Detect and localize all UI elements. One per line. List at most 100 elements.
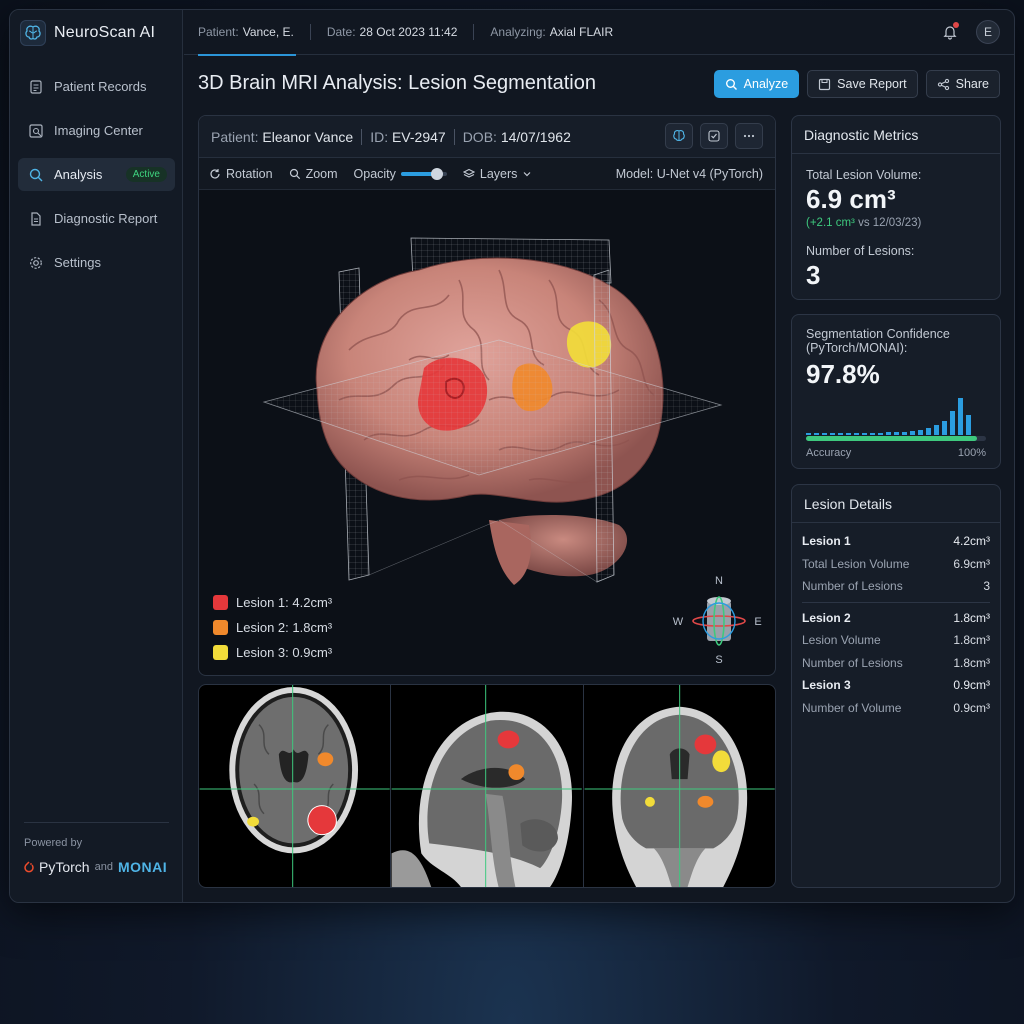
sidebar-nav: Patient Records Imaging Center Analysis …: [18, 70, 175, 290]
accuracy-labels: Accuracy 100%: [806, 447, 986, 459]
lesion-row-label: Number of Lesions: [802, 579, 903, 594]
check-view-button[interactable]: [700, 123, 728, 149]
patient-label: Patient:: [198, 25, 239, 39]
total-volume-block: Total Lesion Volume: 6.9 cm³ (+2.1 cm³ v…: [806, 168, 921, 229]
lesion-row-label: Number of Lesions: [802, 655, 903, 670]
date-value: 28 Oct 2023 11:42: [359, 25, 458, 39]
share-button[interactable]: Share: [925, 70, 1000, 98]
opacity-slider[interactable]: [400, 167, 447, 180]
opacity-slider-knob[interactable]: [430, 167, 443, 180]
app-window: NeuroScan AI Patient Records Imaging Cen…: [9, 9, 1015, 903]
viewer-id-value: EV-2947: [391, 128, 446, 145]
rotation-label: Rotation: [226, 166, 273, 181]
legend-swatch-lesion-3: [213, 644, 228, 660]
coronal-lesion-3a[interactable]: [711, 750, 730, 773]
sidebar-item-patient-records[interactable]: Patient Records: [18, 70, 175, 103]
lesion-legend: Lesion 1: 4.2cm³ Lesion 2: 1.8cm³ Lesion…: [213, 594, 332, 669]
page-actions: Analyze Save Report Share: [713, 70, 1000, 98]
histogram-bars: [806, 398, 971, 435]
viewer-header: Patient: Eleanor Vance ID: EV-2947 DOB: …: [199, 116, 775, 158]
axial-slice-view[interactable]: [199, 685, 392, 887]
active-badge: Active: [125, 167, 167, 182]
zoom-tool[interactable]: Zoom: [289, 167, 338, 181]
sagittal-slice-image: [391, 685, 583, 887]
viewer-header-icons: [665, 123, 763, 149]
chevron-down-icon: [524, 171, 531, 176]
sidebar-item-analysis[interactable]: Analysis Active: [18, 158, 175, 191]
confidence-histogram: [806, 398, 971, 435]
lesion-row: Lesion Volume 1.8cm³: [792, 629, 1000, 652]
opacity-label: Opacity: [353, 166, 396, 181]
viewer-id-label: ID:: [370, 128, 389, 145]
sidebar-item-label: Analysis: [54, 167, 103, 182]
analyze-button[interactable]: Analyze: [713, 70, 800, 98]
viewer-toolbar: Rotation Zoom Opacity Layers Model: U-Ne…: [199, 158, 775, 190]
compass-cube-icon: [707, 601, 731, 641]
coronal-lesion-1[interactable]: [694, 734, 716, 755]
notifications-button[interactable]: [938, 20, 962, 44]
num-lesions-label: Number of Lesions:: [806, 244, 915, 258]
more-icon: [743, 134, 755, 138]
sagittal-lesion-1[interactable]: [497, 730, 520, 749]
layers-dropdown[interactable]: Layers: [462, 166, 533, 181]
legend-label: Lesion 1: 4.2cm³: [236, 594, 333, 610]
compass-east: E: [754, 616, 761, 628]
document-icon: [31, 211, 41, 226]
sidebar-item-diagnostic-report[interactable]: Diagnostic Report: [18, 202, 175, 235]
sagittal-slice-view[interactable]: [391, 685, 584, 887]
more-options-button[interactable]: [735, 123, 763, 149]
confidence-label-line1: Segmentation Confidence: [806, 327, 950, 341]
zoom-label: Zoom: [305, 166, 338, 181]
top-actions: E: [938, 20, 1000, 44]
legend-item: Lesion 1: 4.2cm³: [213, 594, 332, 610]
analyzing-label: Analyzing:: [490, 25, 546, 39]
lesion-row-label: Lesion 1: [802, 534, 851, 549]
check-icon: [708, 130, 720, 142]
orientation-compass[interactable]: N S W E: [669, 571, 769, 666]
3d-viewer-panel: Patient: Eleanor Vance ID: EV-2947 DOB: …: [198, 115, 776, 676]
imaging-icon: [29, 123, 43, 138]
accuracy-bar: [806, 436, 986, 441]
sidebar-item-settings[interactable]: Settings: [18, 246, 175, 279]
topbar-patient[interactable]: Patient: Vance, E.: [198, 10, 310, 56]
brain-view-button[interactable]: [665, 123, 693, 149]
viewer-patient-label: Patient:: [211, 128, 259, 145]
patient-value: Vance, E.: [242, 25, 294, 39]
brand[interactable]: NeuroScan AI: [20, 20, 155, 46]
viewer-dob-value: 14/07/1962: [500, 128, 571, 145]
rotation-tool[interactable]: Rotation: [209, 167, 273, 181]
sidebar-item-imaging-center[interactable]: Imaging Center: [18, 114, 175, 147]
sagittal-lesion-2[interactable]: [508, 764, 525, 781]
coronal-lesion-2[interactable]: [697, 795, 713, 808]
divider: [361, 128, 363, 145]
sidebar-item-label: Patient Records: [54, 79, 147, 94]
lesion-row-value: 1.8cm³: [953, 633, 990, 648]
model-label: Model: U-Net v4 (PyTorch): [615, 166, 763, 181]
brain-icon: [673, 130, 685, 141]
lesion-row-label: Lesion 3: [802, 678, 851, 693]
layers-icon: [462, 168, 475, 178]
lesion-row[interactable]: Lesion 3 0.9cm³: [792, 674, 1000, 697]
axial-lesion-1[interactable]: [307, 805, 337, 836]
layers-label: Layers: [479, 166, 518, 181]
coronal-slice-view[interactable]: [584, 685, 775, 887]
viewer-patient-value: Eleanor Vance: [262, 128, 354, 145]
coronal-lesion-3b[interactable]: [644, 796, 655, 807]
lesion-row-label: Total Lesion Volume: [802, 556, 910, 571]
lesion-row[interactable]: Lesion 1 4.2cm³: [792, 530, 1000, 553]
avatar[interactable]: E: [976, 20, 1000, 44]
gear-icon: [30, 256, 42, 269]
records-icon: [30, 79, 42, 94]
confidence-label-line2: (PyTorch/MONAI):: [806, 341, 908, 355]
lesion-row[interactable]: Lesion 2 1.8cm³: [792, 607, 1000, 630]
diagnostic-metrics-card: Diagnostic Metrics Total Lesion Volume: …: [791, 115, 1001, 300]
legend-swatch-lesion-2: [213, 619, 228, 635]
axial-lesion-3[interactable]: [247, 816, 260, 827]
axial-lesion-2[interactable]: [317, 752, 334, 767]
divider: [309, 24, 311, 40]
pytorch-logo-icon: [24, 861, 34, 873]
axial-slice-image: [199, 685, 390, 887]
accuracy-bar-fill: [806, 436, 977, 441]
total-volume-label: Total Lesion Volume:: [806, 168, 922, 182]
save-report-button[interactable]: Save Report: [807, 70, 918, 98]
